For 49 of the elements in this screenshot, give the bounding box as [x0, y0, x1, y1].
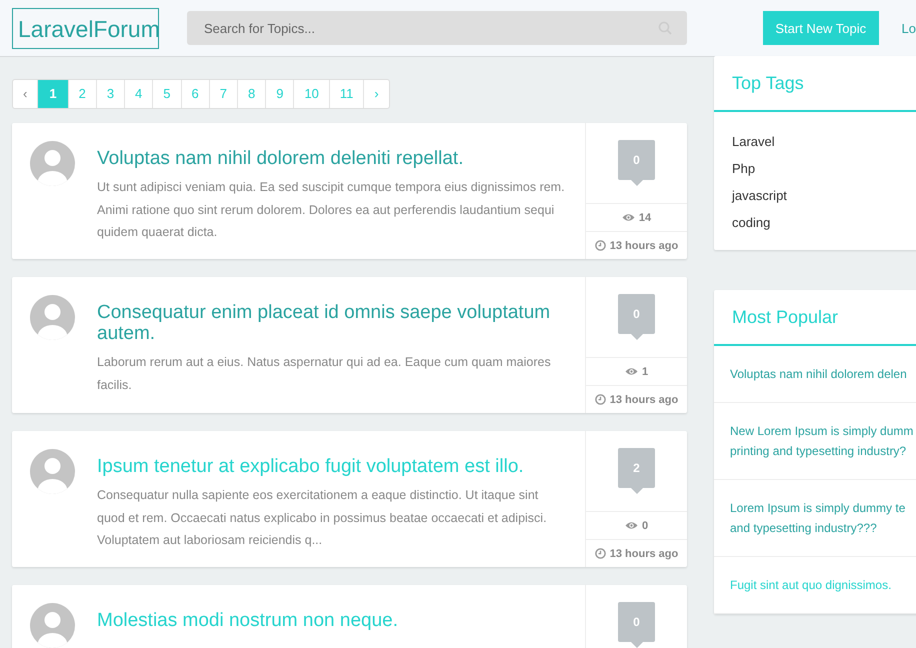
topic-title-link[interactable]: Consequatur enim placeat id omnis saepe voluptatum autem.: [97, 302, 567, 344]
topic-excerpt: Laborum rerum aut a eius. Natus aspernatur qui ad ea. Eaque cum quam maiores facilis.: [97, 354, 552, 394]
view-count: 1: [642, 366, 648, 378]
start-new-topic-button[interactable]: Start New Topic: [763, 11, 879, 45]
tag-link[interactable]: Laravel: [732, 128, 916, 155]
site-logo[interactable]: LaravelForum: [12, 8, 159, 48]
post-time: 13 hours ago: [610, 240, 678, 252]
tag-link[interactable]: Php: [732, 155, 916, 182]
topic-title-link[interactable]: Voluptas nam nihil dolorem deleniti repellat.: [97, 148, 567, 169]
avatar-icon: [30, 449, 75, 494]
post-time: 13 hours ago: [610, 548, 678, 560]
search-field[interactable]: Search for Topics...: [187, 11, 687, 45]
next-page-link[interactable]: ›: [363, 80, 389, 108]
tag-link[interactable]: javascript: [732, 182, 916, 209]
page-link[interactable]: 3: [96, 80, 124, 108]
panel-title: Top Tags: [732, 72, 804, 94]
eye-icon: [624, 521, 638, 530]
topic-title-link[interactable]: Molestias modi nostrum non neque.: [97, 610, 398, 631]
panel-title: Most Popular: [732, 306, 838, 328]
eye-icon: [624, 367, 638, 376]
page-link[interactable]: 10: [293, 80, 329, 108]
eye-icon: [622, 213, 635, 222]
page-link[interactable]: 6: [180, 80, 209, 108]
topic-title-link[interactable]: Ipsum tenetur at explicabo fugit voluptatem est illo.: [97, 456, 567, 477]
page-link[interactable]: 4: [124, 80, 152, 108]
page-link[interactable]: 2: [68, 80, 96, 108]
page-link[interactable]: 8: [236, 80, 266, 108]
popular-topic-link[interactable]: New Lorem Ipsum is simply dumm printing and typesetting industry?: [730, 421, 914, 461]
view-count: 14: [638, 212, 652, 224]
tag-link[interactable]: coding: [732, 209, 916, 236]
popular-topic-link[interactable]: Fugit sint aut quo dignissimos.: [730, 575, 892, 595]
previous-page-link[interactable]: ‹: [13, 80, 38, 108]
clock-icon: [594, 240, 606, 251]
clock-icon: [594, 394, 606, 405]
post-time: 13 hours ago: [610, 394, 678, 406]
clock-icon: [594, 548, 606, 559]
topic-excerpt: Ut sunt adipisci veniam quia. Ea sed suscipit cumque tempora eius dignissimos rem. Animi ratione quo sint rerum dolorem. Dolores ea aut perferendis laudantium sequi quidem quaerat dicta.: [97, 179, 566, 241]
page-link[interactable]: 11: [328, 80, 364, 108]
page-link[interactable]: 7: [208, 80, 237, 108]
page-link[interactable]: 5: [152, 80, 181, 108]
page-link[interactable]: 9: [265, 80, 294, 108]
login-link[interactable]: Lo: [902, 20, 916, 36]
view-count: 0: [642, 520, 648, 532]
avatar-icon: [30, 141, 75, 186]
popular-topic-link[interactable]: Lorem Ipsum is simply dummy te and typesetting industry???: [730, 498, 906, 538]
page-link[interactable]: 1: [37, 80, 68, 108]
popular-topic-link[interactable]: Voluptas nam nihil dolorem delen: [730, 364, 907, 384]
avatar-icon: [30, 295, 75, 340]
topic-excerpt: Consequatur nulla sapiente eos exercitationem a eaque distinctio. Ut itaque sint quod et rem. Occaecati natus explicabo in possimus beatae occaecati et adipisci. Voluptatem aut laboriosam reiciendis q...: [97, 487, 548, 549]
